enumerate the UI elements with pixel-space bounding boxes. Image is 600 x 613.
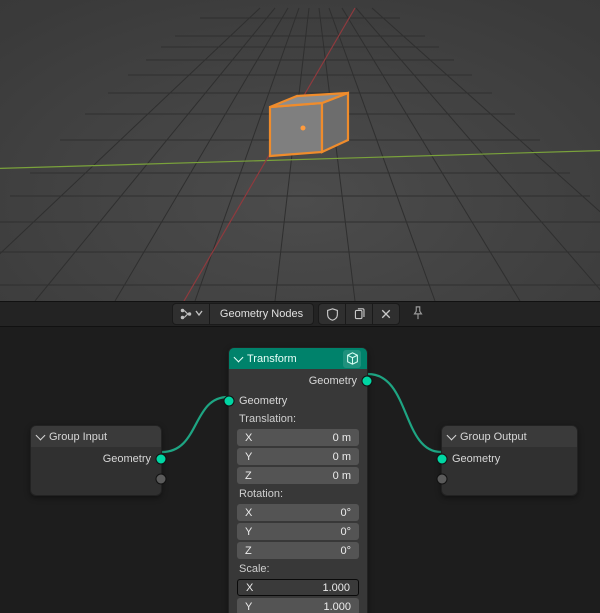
node-title: Group Input	[49, 431, 107, 443]
socket-input-geometry[interactable]: Geometry	[442, 449, 577, 469]
nodetree-icon	[179, 307, 193, 321]
socket-input-virtual[interactable]	[442, 469, 577, 489]
3d-viewport[interactable]	[0, 0, 600, 301]
shield-button[interactable]	[319, 304, 345, 324]
pin-button[interactable]	[408, 304, 428, 324]
node-transform[interactable]: Transform Geometry Geometry Translation:…	[228, 347, 368, 613]
chevron-down-icon	[447, 430, 457, 440]
socket-input-geometry[interactable]: Geometry	[229, 391, 367, 411]
modifier-selector[interactable]: Geometry Nodes	[172, 303, 314, 325]
default-cube	[270, 93, 348, 156]
node-editor[interactable]: Group Input Geometry Transform Geometry	[0, 327, 600, 613]
node-group-input[interactable]: Group Input Geometry	[30, 425, 162, 496]
unlink-button[interactable]	[372, 304, 399, 324]
scale-y-field[interactable]: Y1.000	[237, 598, 359, 613]
viewport-grid-overlay	[0, 0, 600, 301]
socket-output-virtual[interactable]	[31, 469, 161, 489]
socket-dot-icon[interactable]	[438, 475, 447, 484]
duplicate-button[interactable]	[345, 304, 372, 324]
translation-x-field[interactable]: X0 m	[237, 429, 359, 446]
node-header[interactable]: Group Output	[442, 426, 577, 447]
pin-icon	[411, 306, 425, 323]
scale-x-field[interactable]: X1.000	[237, 579, 359, 596]
geometry-type-icon	[343, 350, 361, 368]
socket-dot-icon[interactable]	[363, 377, 372, 386]
modifier-actions	[318, 303, 400, 325]
socket-dot-icon[interactable]	[225, 397, 234, 406]
node-header[interactable]: Group Input	[31, 426, 161, 447]
rotation-z-field[interactable]: Z0°	[237, 542, 359, 559]
close-icon	[379, 307, 393, 321]
scale-label: Scale:	[229, 561, 367, 577]
chevron-down-icon	[36, 430, 46, 440]
socket-output-geometry[interactable]: Geometry	[31, 449, 161, 469]
node-type-dropdown[interactable]	[173, 304, 209, 324]
socket-dot-icon[interactable]	[157, 475, 166, 484]
socket-dot-icon[interactable]	[438, 455, 447, 464]
chevron-down-icon	[234, 352, 244, 362]
socket-dot-icon[interactable]	[157, 455, 166, 464]
rotation-y-field[interactable]: Y0°	[237, 523, 359, 540]
node-editor-header: Geometry Nodes	[0, 301, 600, 327]
node-title: Group Output	[460, 431, 527, 443]
rotation-label: Rotation:	[229, 486, 367, 502]
node-group-output[interactable]: Group Output Geometry	[441, 425, 578, 496]
translation-y-field[interactable]: Y0 m	[237, 448, 359, 465]
chevron-down-icon	[195, 308, 203, 320]
object-origin-dot	[301, 126, 306, 131]
node-header[interactable]: Transform	[229, 348, 367, 369]
node-title: Transform	[247, 353, 297, 365]
copy-icon	[352, 307, 366, 321]
rotation-x-field[interactable]: X0°	[237, 504, 359, 521]
modifier-name-field[interactable]: Geometry Nodes	[209, 304, 313, 324]
shield-icon	[325, 307, 339, 321]
translation-z-field[interactable]: Z0 m	[237, 467, 359, 484]
translation-label: Translation:	[229, 411, 367, 427]
socket-output-geometry[interactable]: Geometry	[229, 371, 367, 391]
